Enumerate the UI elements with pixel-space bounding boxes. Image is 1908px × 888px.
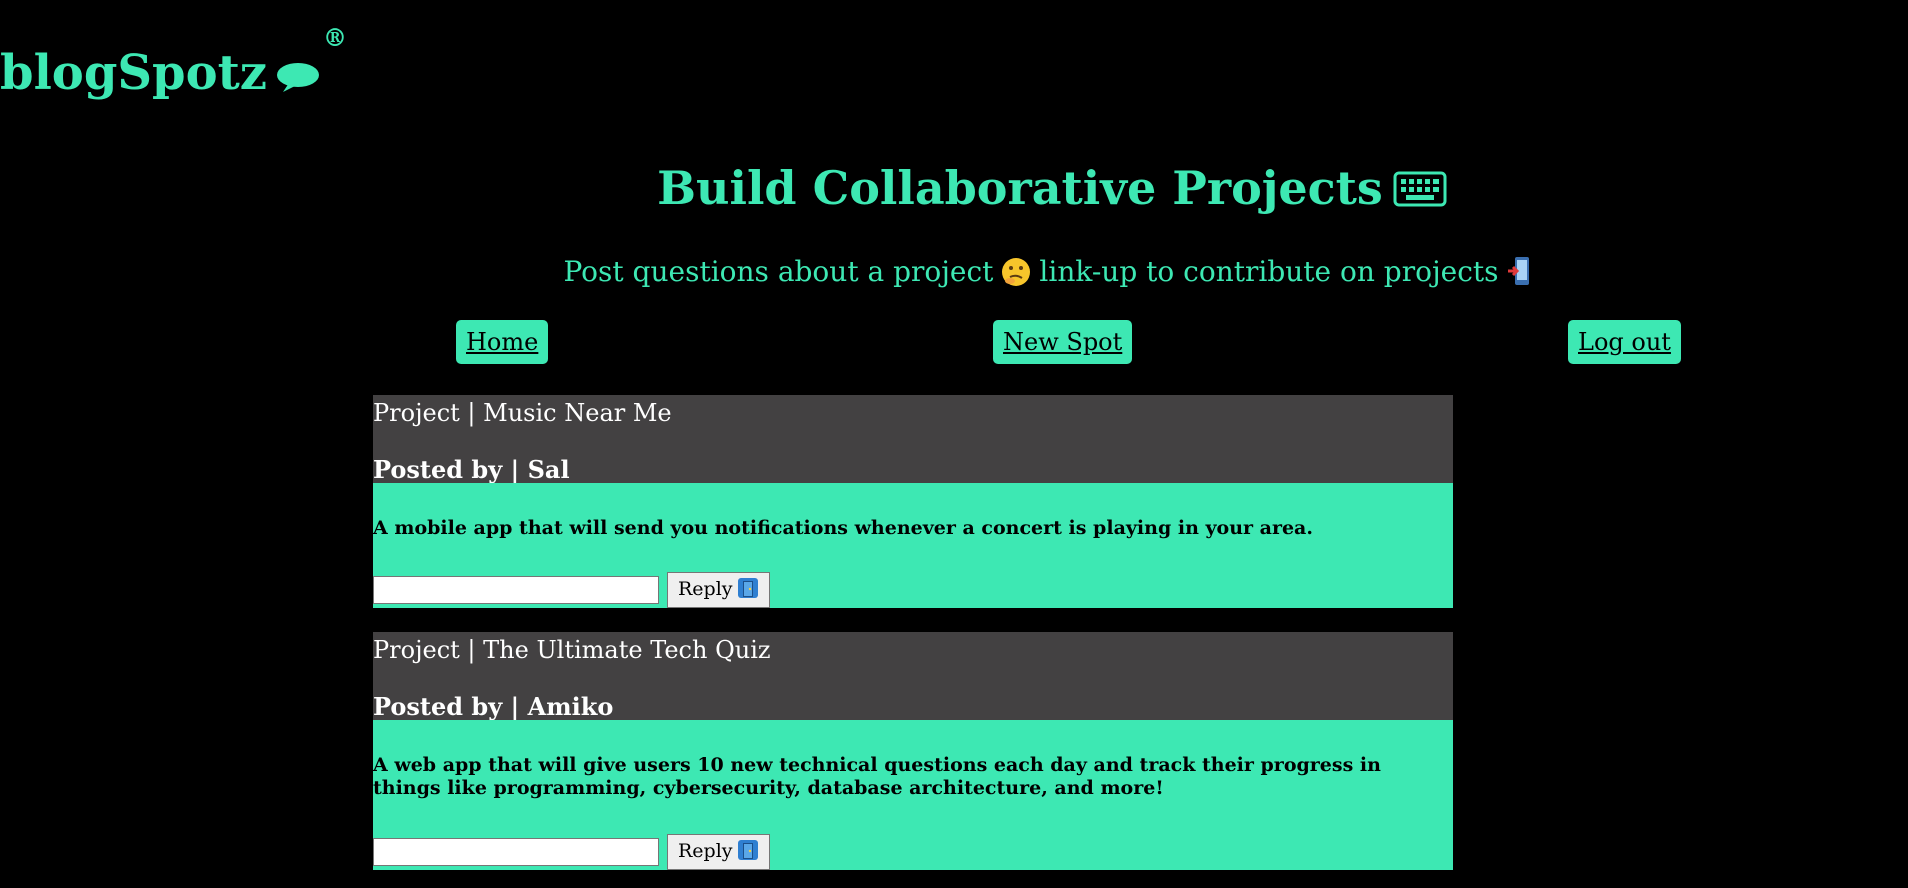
nav-home-button[interactable]: Home xyxy=(456,320,549,364)
post-body: A mobile app that will send you notifica… xyxy=(373,483,1453,608)
page-title-text: Build Collaborative Projects xyxy=(657,161,1383,215)
mobile-phone-arrow-icon xyxy=(1507,255,1533,298)
reply-input[interactable] xyxy=(373,576,659,604)
post-title: Project | Music Near Me xyxy=(373,399,672,427)
reply-button-label: Reply xyxy=(678,839,733,862)
post-card: Project | The Ultimate Tech Quiz Posted … xyxy=(373,632,1453,870)
door-icon xyxy=(737,577,759,604)
reply-button[interactable]: Reply xyxy=(667,572,770,608)
door-icon xyxy=(737,839,759,866)
reply-input[interactable] xyxy=(373,838,659,866)
logo-text: blogSpotz xyxy=(0,45,268,101)
reply-button[interactable]: Reply xyxy=(667,834,770,870)
post-description: A web app that will give users 10 new te… xyxy=(373,754,1381,799)
nav-new-spot-button[interactable]: New Spot xyxy=(993,320,1133,364)
thinking-face-icon xyxy=(1001,257,1031,298)
post-author: Posted by | Amiko xyxy=(373,692,614,721)
subtitle-part-1: Post questions about a project xyxy=(563,255,994,288)
subtitle-part-2: link-up to contribute on projects xyxy=(1039,255,1499,288)
registered-mark: ® xyxy=(323,23,348,52)
post-header: Project | Music Near Me Posted by | Sal xyxy=(373,395,1453,484)
speech-bubble-icon xyxy=(275,49,321,105)
site-logo[interactable]: blogSpotz ® xyxy=(0,23,347,105)
page: blogSpotz® Build Collaborative Projects … xyxy=(0,0,1908,888)
page-subtitle: Post questions about a project link-up to… xyxy=(0,252,1908,298)
post-author: Posted by | Sal xyxy=(373,455,570,484)
post-description: A mobile app that will send you notifica… xyxy=(373,517,1313,539)
nav-logout-button[interactable]: Log out xyxy=(1568,320,1681,364)
post-header: Project | The Ultimate Tech Quiz Posted … xyxy=(373,632,1453,721)
post-body: A web app that will give users 10 new te… xyxy=(373,720,1453,870)
reply-button-label: Reply xyxy=(678,577,733,600)
keyboard-icon xyxy=(1393,164,1447,220)
page-title: Build Collaborative Projects xyxy=(0,160,1908,220)
post-title: Project | The Ultimate Tech Quiz xyxy=(373,636,771,664)
post-card: Project | Music Near Me Posted by | Sal … xyxy=(373,395,1453,608)
